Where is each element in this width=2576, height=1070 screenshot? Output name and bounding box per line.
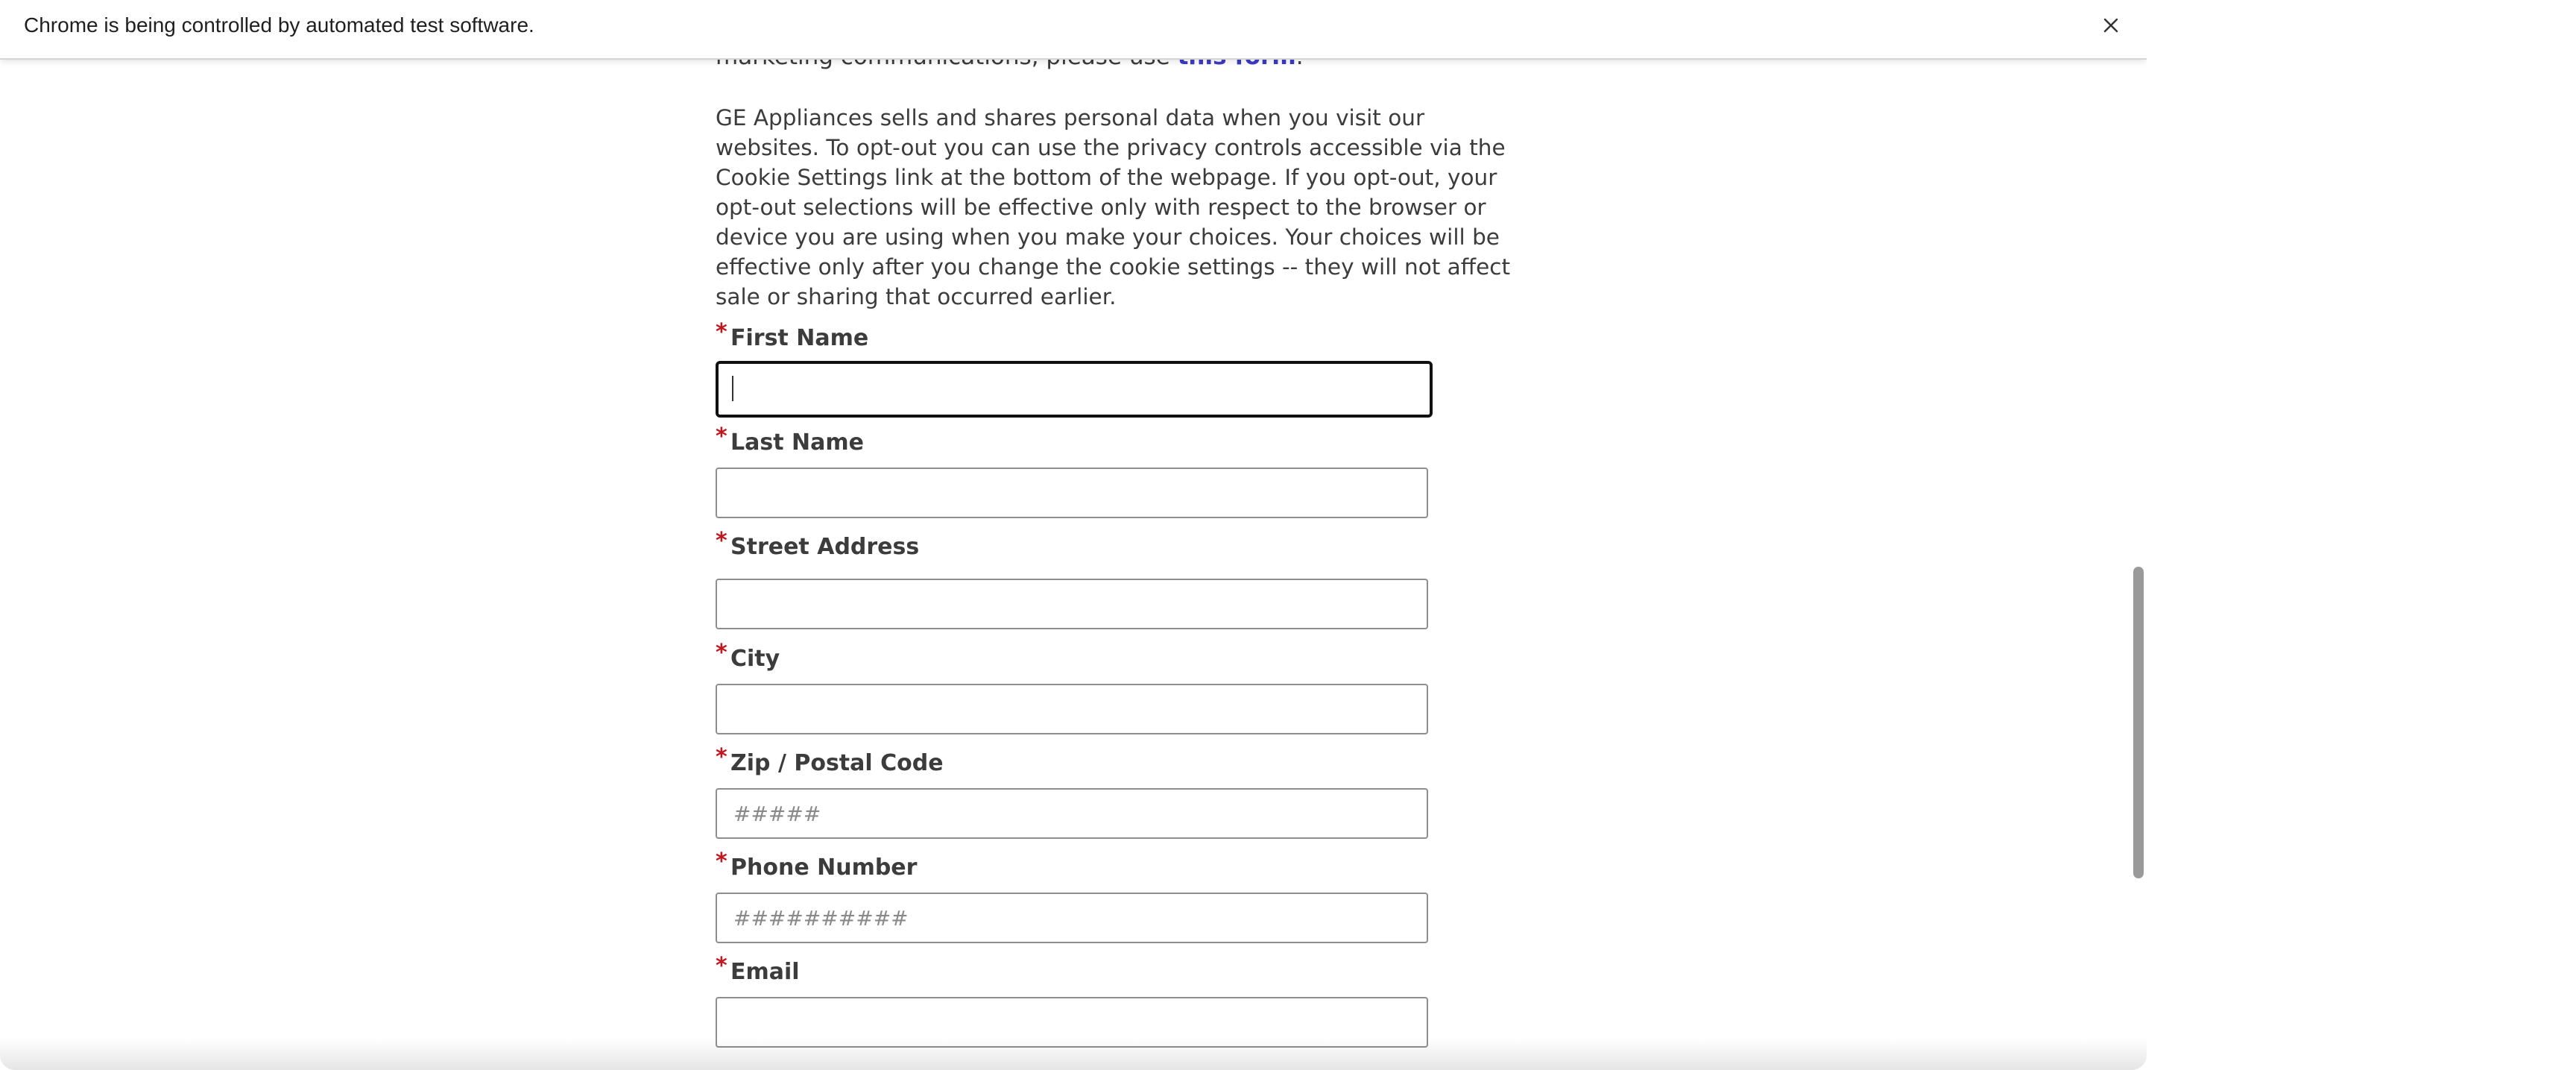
window-bottom-shadow <box>0 1038 2147 1070</box>
paragraph-line: GE Appliances sells and shares personal … <box>716 105 1425 130</box>
opt-out-paragraph: GE Appliances sells and shares personal … <box>716 103 1511 312</box>
street-address-input[interactable] <box>716 579 1428 629</box>
browser-window: Chrome is being controlled by automated … <box>0 0 2147 1070</box>
phone-number-input[interactable] <box>716 893 1428 943</box>
first-name-label: * First Name <box>716 319 869 351</box>
required-marker: * <box>716 849 727 875</box>
city-input[interactable] <box>716 684 1428 734</box>
infobar-close-button[interactable] <box>2094 9 2127 42</box>
required-marker: * <box>716 319 727 345</box>
automation-infobar: Chrome is being controlled by automated … <box>0 0 2147 60</box>
required-marker: * <box>716 528 727 554</box>
last-name-label: * Last Name <box>716 424 864 456</box>
first-name-field: * First Name <box>716 319 1433 418</box>
paragraph-line: Cookie Settings link at the bottom of th… <box>716 165 1497 190</box>
phone-number-label: * Phone Number <box>716 849 918 881</box>
city-field: * City <box>716 640 1433 734</box>
text-caret <box>732 376 733 401</box>
street-address-field: * Street Address <box>716 528 1433 629</box>
street-address-label: * Street Address <box>716 528 920 560</box>
paragraph-line: websites. To opt-out you can use the pri… <box>716 135 1506 160</box>
scrollbar-thumb[interactable] <box>2133 567 2144 878</box>
required-marker: * <box>716 744 727 770</box>
last-name-input[interactable] <box>716 468 1428 518</box>
city-label: * City <box>716 640 780 672</box>
phone-number-field: * Phone Number <box>716 849 1433 943</box>
zip-code-input[interactable] <box>716 788 1428 839</box>
required-marker: * <box>716 640 727 666</box>
first-name-input[interactable] <box>716 361 1433 418</box>
paragraph-line: sale or sharing that occurred earlier. <box>716 284 1117 309</box>
infobar-message: Chrome is being controlled by automated … <box>24 13 534 37</box>
paragraph-line: device you are using when you make your … <box>716 224 1500 250</box>
paragraph-line: effective only after you change the cook… <box>716 254 1511 280</box>
close-icon <box>2103 18 2118 33</box>
required-marker: * <box>716 953 727 979</box>
zip-code-label: * Zip / Postal Code <box>716 744 944 776</box>
required-marker: * <box>716 424 727 450</box>
last-name-field: * Last Name <box>716 424 1433 518</box>
email-field: * Email <box>716 953 1433 1048</box>
zip-code-field: * Zip / Postal Code <box>716 744 1433 839</box>
paragraph-line: opt-out selections will be effective onl… <box>716 195 1486 220</box>
first-name-input-wrap <box>716 361 1433 418</box>
email-label: * Email <box>716 953 800 985</box>
